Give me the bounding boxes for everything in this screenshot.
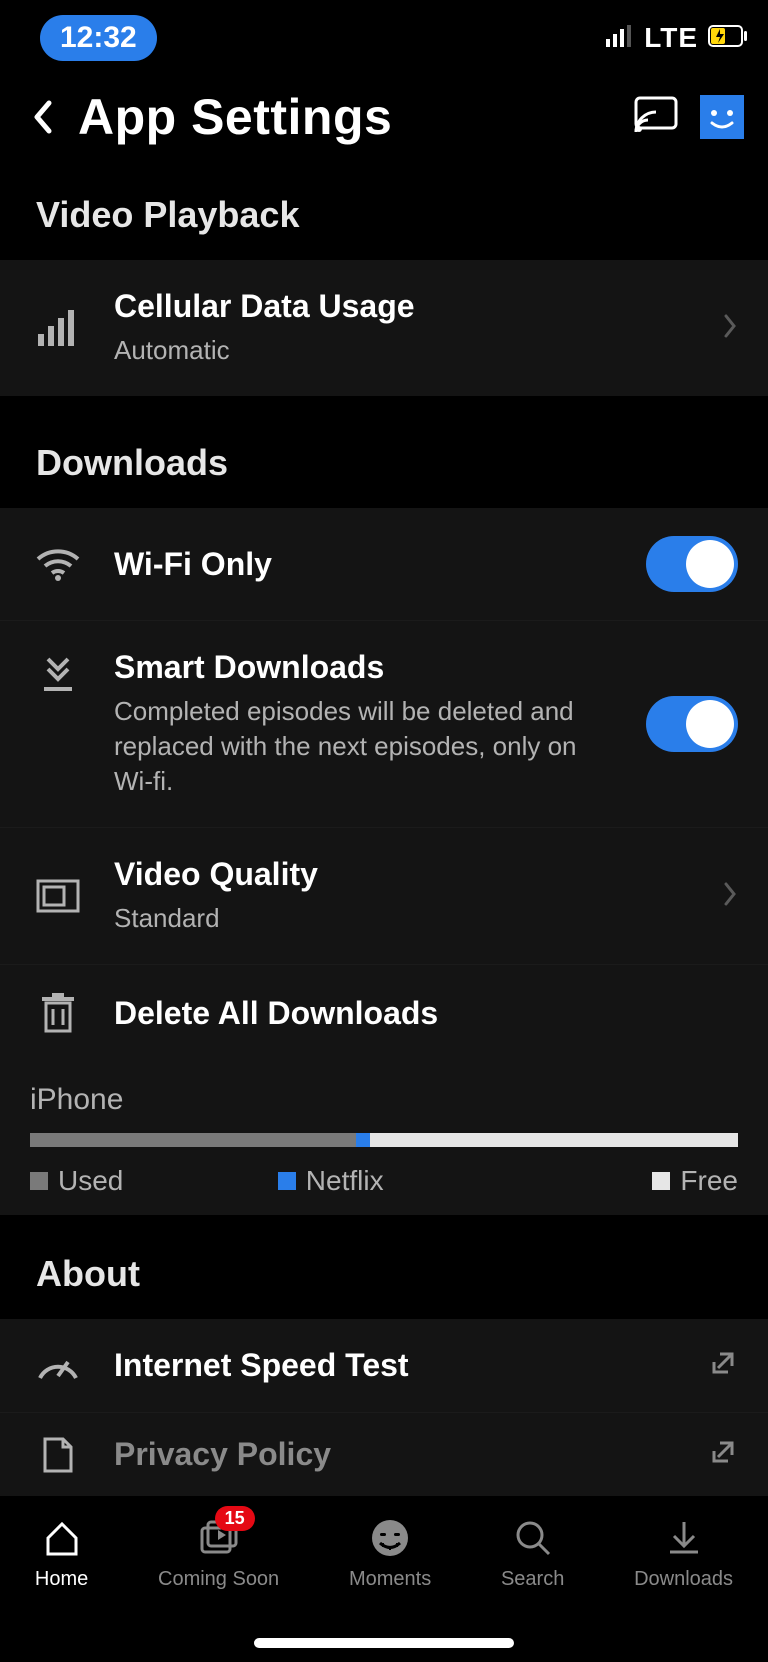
download-icon (662, 1516, 706, 1560)
nav-coming-soon[interactable]: 15 Coming Soon (158, 1516, 279, 1591)
row-smart-downloads[interactable]: Smart Downloads Completed episodes will … (0, 620, 768, 827)
row-title: Cellular Data Usage (114, 288, 694, 325)
section-title-about: About (0, 1253, 768, 1295)
storage-device-label: iPhone (30, 1083, 738, 1117)
section-title-playback: Video Playback (0, 194, 768, 236)
row-title: Delete All Downloads (114, 995, 738, 1032)
row-title: Internet Speed Test (114, 1347, 680, 1384)
status-bar: 12:32 LTE (0, 0, 768, 76)
nav-home[interactable]: Home (35, 1516, 88, 1591)
row-title: Smart Downloads (114, 649, 618, 686)
section-title-downloads: Downloads (0, 442, 768, 484)
row-title: Wi-Fi Only (114, 546, 618, 583)
external-link-icon (708, 1348, 738, 1383)
wifi-icon (30, 547, 86, 581)
coming-soon-icon: 15 (197, 1516, 241, 1560)
storage-free-segment (370, 1133, 738, 1147)
cast-icon (634, 96, 678, 134)
quality-icon (30, 879, 86, 913)
page-title: App Settings (78, 88, 392, 146)
cast-button[interactable] (634, 96, 678, 139)
app-header: App Settings (0, 76, 768, 176)
row-speed-test[interactable]: Internet Speed Test (0, 1319, 768, 1412)
legend-netflix: Netflix (278, 1165, 384, 1197)
row-wifi-only[interactable]: Wi-Fi Only (0, 508, 768, 620)
signal-bars-icon (30, 310, 86, 346)
legend-free: Free (652, 1165, 738, 1197)
row-delete-all-downloads[interactable]: Delete All Downloads (0, 964, 768, 1061)
smart-download-icon (30, 655, 86, 693)
back-button[interactable] (24, 99, 60, 135)
row-description: Completed episodes will be deleted and r… (114, 694, 584, 799)
search-icon (511, 1516, 555, 1560)
gauge-icon (30, 1350, 86, 1382)
coming-soon-badge: 15 (215, 1506, 255, 1531)
legend-used: Used (30, 1165, 123, 1197)
home-icon (40, 1516, 84, 1560)
status-time: 12:32 (40, 15, 157, 61)
moments-icon (368, 1516, 412, 1560)
smiley-avatar-icon (700, 95, 744, 139)
smart-downloads-toggle[interactable] (646, 696, 738, 752)
chevron-right-icon (722, 312, 738, 345)
nav-search[interactable]: Search (501, 1516, 564, 1591)
wifi-only-toggle[interactable] (646, 536, 738, 592)
storage-usage: iPhone Used Netflix Free (0, 1061, 768, 1215)
home-indicator[interactable] (254, 1638, 514, 1648)
nav-moments[interactable]: Moments (349, 1516, 431, 1591)
trash-icon (30, 993, 86, 1033)
row-title: Video Quality (114, 856, 694, 893)
storage-bar (30, 1133, 738, 1147)
chevron-left-icon (31, 99, 53, 135)
row-privacy-policy[interactable]: Privacy Policy (0, 1412, 768, 1496)
row-title: Privacy Policy (114, 1436, 680, 1473)
row-value: Standard (114, 901, 694, 936)
row-cellular-data-usage[interactable]: Cellular Data Usage Automatic (0, 260, 768, 396)
battery-charging-icon (708, 25, 748, 52)
cellular-signal-icon (606, 25, 634, 52)
storage-used-segment (30, 1133, 356, 1147)
profile-avatar[interactable] (700, 95, 744, 139)
storage-netflix-segment (356, 1133, 370, 1147)
row-video-quality[interactable]: Video Quality Standard (0, 827, 768, 964)
nav-downloads[interactable]: Downloads (634, 1516, 733, 1591)
external-link-icon (708, 1437, 738, 1472)
row-value: Automatic (114, 333, 694, 368)
document-icon (30, 1435, 86, 1475)
network-label: LTE (644, 22, 698, 54)
chevron-right-icon (722, 880, 738, 913)
